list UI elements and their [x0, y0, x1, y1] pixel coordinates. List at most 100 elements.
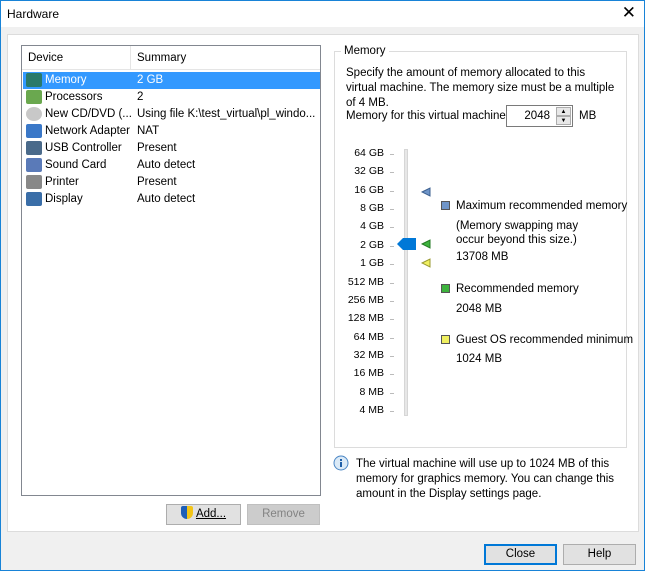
device-summary: 2	[137, 91, 144, 103]
device-name: Network Adapter	[45, 125, 131, 137]
memory-slider-thumb[interactable]	[397, 238, 416, 250]
memory-field-label: Memory for this virtual machine:	[346, 110, 509, 122]
printer-icon	[26, 175, 42, 189]
window-title: Hardware	[7, 7, 60, 21]
device-name: USB Controller	[45, 142, 122, 154]
minimum-marker-icon	[421, 258, 431, 268]
device-row-printer[interactable]: Printer Present	[23, 174, 320, 191]
recommended-legend-icon	[441, 284, 450, 293]
info-icon	[333, 455, 349, 471]
max-label: Maximum recommended memory	[456, 200, 628, 212]
device-row-network-adapter[interactable]: Network Adapter NAT	[23, 123, 320, 140]
slider-tick-label: 128 MB	[347, 312, 384, 325]
recommended-label: Recommended memory	[456, 283, 579, 295]
column-device[interactable]: Device	[28, 52, 63, 64]
max-value: 13708 MB	[456, 251, 509, 263]
device-list: Device Summary Memory 2 GB Processors 2 New …	[21, 45, 321, 496]
usb-icon	[26, 141, 42, 155]
title-bar: Hardware ✕	[1, 1, 644, 27]
slider-tick-label: 64 GB	[354, 147, 384, 159]
monitor-icon	[26, 192, 42, 206]
memory-unit: MB	[579, 110, 597, 122]
spin-up-icon[interactable]: ▲	[556, 107, 571, 116]
device-summary: Using file K:\test_virtual\pl_windo...	[137, 108, 316, 120]
slider-tick	[390, 355, 394, 357]
help-button[interactable]: Help	[563, 544, 636, 565]
slider-tick	[390, 300, 394, 302]
device-summary: Present	[137, 142, 177, 154]
device-name: Memory	[45, 74, 87, 86]
recommended-marker-icon	[421, 239, 431, 249]
slider-tick-label: 8 GB	[360, 202, 384, 215]
graphics-memory-info: The virtual machine will use up to 1024 …	[356, 458, 615, 500]
slider-tick-label: 4 GB	[360, 220, 384, 233]
minimum-legend-icon	[441, 335, 450, 344]
device-row-processors[interactable]: Processors 2	[23, 89, 320, 106]
device-name: Processors	[45, 91, 103, 103]
processor-icon	[26, 90, 42, 104]
slider-tick-label: 1 GB	[360, 257, 384, 270]
slider-tick	[390, 374, 394, 376]
slider-tick	[390, 227, 394, 229]
slider-tick	[390, 392, 394, 394]
add-button[interactable]: Add...	[166, 504, 241, 525]
hardware-dialog: Hardware ✕ Device Summary Memory 2 GB Proc…	[0, 0, 645, 571]
slider-tick	[390, 282, 394, 284]
slider-tick-label: 32 MB	[353, 348, 384, 361]
slider-tick	[390, 190, 394, 192]
slider-tick	[390, 319, 394, 321]
device-row-memory[interactable]: Memory 2 GB	[23, 72, 320, 89]
device-summary: Auto detect	[137, 159, 196, 171]
slider-tick	[390, 337, 394, 339]
slider-tick	[390, 264, 394, 266]
slider-tick-label: 16 GB	[354, 183, 384, 196]
max-note: (Memory swapping may occur beyond this s…	[456, 220, 579, 246]
slider-tick	[390, 172, 394, 174]
slider-tick-label: 512 MB	[347, 275, 384, 288]
close-icon[interactable]: ✕	[622, 3, 636, 23]
slider-tick	[390, 154, 394, 155]
column-summary[interactable]: Summary	[137, 52, 186, 64]
slider-tick-label: 4 MB	[359, 404, 384, 417]
memory-slider-track[interactable]	[404, 149, 408, 416]
slider-tick-label: 8 MB	[359, 385, 384, 398]
shield-icon	[180, 506, 193, 519]
device-row-display[interactable]: Display Auto detect	[23, 191, 320, 208]
list-header: Device Summary	[22, 46, 320, 70]
device-name: Sound Card	[45, 159, 107, 171]
slider-tick-label: 2 GB	[360, 238, 384, 251]
max-marker-icon	[421, 187, 431, 197]
minimum-label: Guest OS recommended minimum	[456, 334, 634, 346]
memory-description: Specify the amount of memory allocated t…	[346, 67, 615, 109]
slider-tick-label: 256 MB	[347, 293, 384, 306]
device-name: New CD/DVD (...	[45, 108, 132, 120]
device-summary: Present	[137, 176, 177, 188]
slider-tick	[390, 411, 394, 413]
slider-tick-label: 32 GB	[354, 165, 384, 178]
device-summary: 2 GB	[137, 74, 164, 86]
slider-tick-label: 16 MB	[353, 367, 384, 380]
max-legend-icon	[441, 201, 450, 210]
device-row-usb-controller[interactable]: USB Controller Present	[23, 140, 320, 157]
device-name: Display	[45, 193, 83, 205]
network-icon	[26, 124, 42, 138]
remove-button[interactable]: Remove	[247, 504, 320, 525]
spin-down-icon[interactable]: ▼	[556, 116, 571, 125]
close-button[interactable]: Close	[484, 544, 557, 565]
cd-icon	[26, 107, 42, 121]
recommended-value: 2048 MB	[456, 303, 503, 315]
slider-tick	[390, 209, 394, 211]
minimum-value: 1024 MB	[456, 353, 503, 365]
device-row-new-cd-dvd[interactable]: New CD/DVD (... Using file K:\test_virtua…	[23, 106, 320, 123]
memory-group-label: Memory	[341, 45, 389, 57]
memory-input[interactable]: 2048	[524, 110, 550, 122]
device-name: Printer	[45, 176, 79, 188]
device-summary: Auto detect	[137, 193, 196, 205]
device-summary: NAT	[137, 125, 160, 137]
memory-icon	[26, 73, 42, 87]
memory-spinner[interactable]: 2048 ▲ ▼	[506, 105, 573, 127]
slider-tick	[390, 245, 394, 247]
speaker-icon	[26, 158, 42, 172]
slider-tick-label: 64 MB	[353, 330, 384, 343]
device-row-sound-card[interactable]: Sound Card Auto detect	[23, 157, 320, 174]
